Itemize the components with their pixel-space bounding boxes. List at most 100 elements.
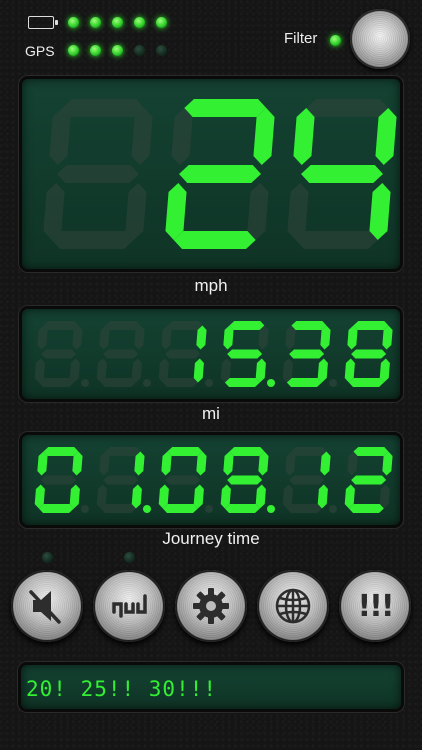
- distance-digit-1-segment-c: [69, 358, 80, 383]
- journey-digit-6: [344, 447, 393, 513]
- journey-digit-4: [220, 447, 269, 513]
- journey-digit-3: [158, 447, 207, 513]
- journey-digit-6-segment-f: [347, 451, 358, 476]
- journey-digit-4-segment-f: [223, 451, 234, 476]
- speed-digit-2: [165, 99, 275, 249]
- journey-digit-1-segment-a: [43, 447, 79, 456]
- distance-digit-3: [158, 321, 207, 387]
- distance-digit-3-segment-f: [161, 325, 172, 350]
- speed-digit-1-segment-a: [62, 99, 145, 117]
- distance-digit-5-segment-d: [286, 378, 322, 387]
- journey-digit-2-segment-c: [131, 484, 142, 509]
- distance-digit-6-segment-g: [351, 349, 387, 359]
- journey-digit-4-segment-c: [255, 484, 266, 509]
- web-button[interactable]: [257, 570, 329, 642]
- journey-digit-1-segment-c: [69, 484, 80, 509]
- journey-digit-1-segment-g: [41, 475, 77, 485]
- distance-digit-5-segment-g: [289, 349, 325, 359]
- journey-digit-4-segment-a: [229, 447, 265, 456]
- distance-digit-1-segment-d: [38, 378, 74, 387]
- distance-digit-6-segment-d: [348, 378, 384, 387]
- journey-digit-2: [96, 447, 145, 513]
- journey-digit-5-segment-a: [291, 447, 327, 456]
- distance-digit-2: [96, 321, 145, 387]
- journey-time-digits: [34, 447, 393, 513]
- distance-digit-2-segment-g: [103, 349, 139, 359]
- journey-digit-2-segment-f: [99, 451, 110, 476]
- globe-icon: [275, 588, 311, 624]
- battery-led-4: [134, 17, 145, 28]
- gps-label: GPS: [25, 43, 55, 59]
- alerts-button[interactable]: !!!: [339, 570, 411, 642]
- journey-digit-2-segment-a: [105, 447, 141, 456]
- distance-digit-3-segment-d: [162, 378, 198, 387]
- distance-digit-5: [282, 321, 331, 387]
- distance-display: [19, 306, 403, 402]
- journey-digit-5-segment-d: [286, 504, 322, 513]
- distance-digit-3-segment-g: [165, 349, 201, 359]
- journey-dot-5: [329, 505, 337, 513]
- speed-digit-3: [287, 99, 397, 249]
- distance-digit-3-segment-c: [193, 358, 204, 383]
- distance-digit-4-segment-a: [229, 321, 265, 330]
- gps-led-3: [112, 45, 123, 56]
- gps-led-1: [68, 45, 79, 56]
- journey-digit-6-segment-g: [351, 475, 387, 485]
- speed-digit-2-segment-g: [179, 165, 261, 183]
- distance-digit-3-segment-a: [167, 321, 203, 330]
- display-mode-button[interactable]: [93, 570, 165, 642]
- distance-dot-5: [329, 379, 337, 387]
- speed-digit-3-segment-c: [369, 183, 391, 240]
- distance-digit-5-segment-c: [317, 358, 328, 383]
- journey-digit-5-segment-g: [289, 475, 325, 485]
- speed-digit-2-segment-d: [173, 231, 256, 249]
- distance-dot-1: [81, 379, 89, 387]
- journey-digit-1-segment-f: [37, 451, 48, 476]
- alert-ticker-text: 20! 25!! 30!!!: [26, 677, 218, 701]
- distance-digit-4-segment-c: [255, 358, 266, 383]
- settings-button[interactable]: [175, 570, 247, 642]
- distance-digit-6: [344, 321, 393, 387]
- journey-digit-1: [34, 447, 83, 513]
- battery-led-2: [90, 17, 101, 28]
- distance-digit-5-segment-a: [291, 321, 327, 330]
- journey-digit-3-segment-a: [167, 447, 203, 456]
- speed-digit-1-segment-c: [125, 183, 147, 240]
- journey-digit-5: [282, 447, 331, 513]
- display-mode-indicator-led: [124, 552, 135, 563]
- speed-digit-3-segment-a: [306, 99, 389, 117]
- speed-digit-1: [43, 99, 153, 249]
- journey-dot-2: [143, 505, 151, 513]
- distance-digit-4: [220, 321, 269, 387]
- distance-digit-1: [34, 321, 83, 387]
- filter-knob[interactable]: [350, 9, 410, 69]
- distance-digit-5-segment-f: [285, 325, 296, 350]
- speed-digit-1-segment-g: [57, 165, 139, 183]
- distance-digit-4-segment-d: [224, 378, 260, 387]
- filter-label: Filter: [284, 30, 318, 47]
- distance-digit-4-segment-f: [223, 325, 234, 350]
- distance-digit-1-segment-f: [37, 325, 48, 350]
- speed-digits: [43, 99, 397, 249]
- speed-unit-label: mph: [194, 276, 228, 295]
- journey-dot-1: [81, 505, 89, 513]
- battery-icon: [28, 16, 58, 29]
- speed-digit-2-segment-a: [184, 99, 267, 117]
- journey-time-label: Journey time: [162, 529, 260, 548]
- journey-digit-6-segment-d: [348, 504, 384, 513]
- journey-digit-6-segment-a: [353, 447, 389, 456]
- speed-digit-2-segment-c: [247, 183, 269, 240]
- mute-button[interactable]: [11, 570, 83, 642]
- distance-digit-1-segment-a: [43, 321, 79, 330]
- gps-led-2: [90, 45, 101, 56]
- speed-display: [19, 76, 403, 272]
- speed-digit-3-segment-g: [301, 165, 383, 183]
- gear-icon: [193, 588, 229, 624]
- journey-digit-3-segment-g: [165, 475, 201, 485]
- hud-icon: [112, 594, 147, 618]
- journey-digit-4-segment-d: [224, 504, 260, 513]
- distance-digit-6-segment-a: [353, 321, 389, 330]
- distance-digits: [34, 321, 393, 387]
- journey-digit-6-segment-c: [379, 484, 390, 509]
- exclamation-icon: !!!: [357, 588, 394, 624]
